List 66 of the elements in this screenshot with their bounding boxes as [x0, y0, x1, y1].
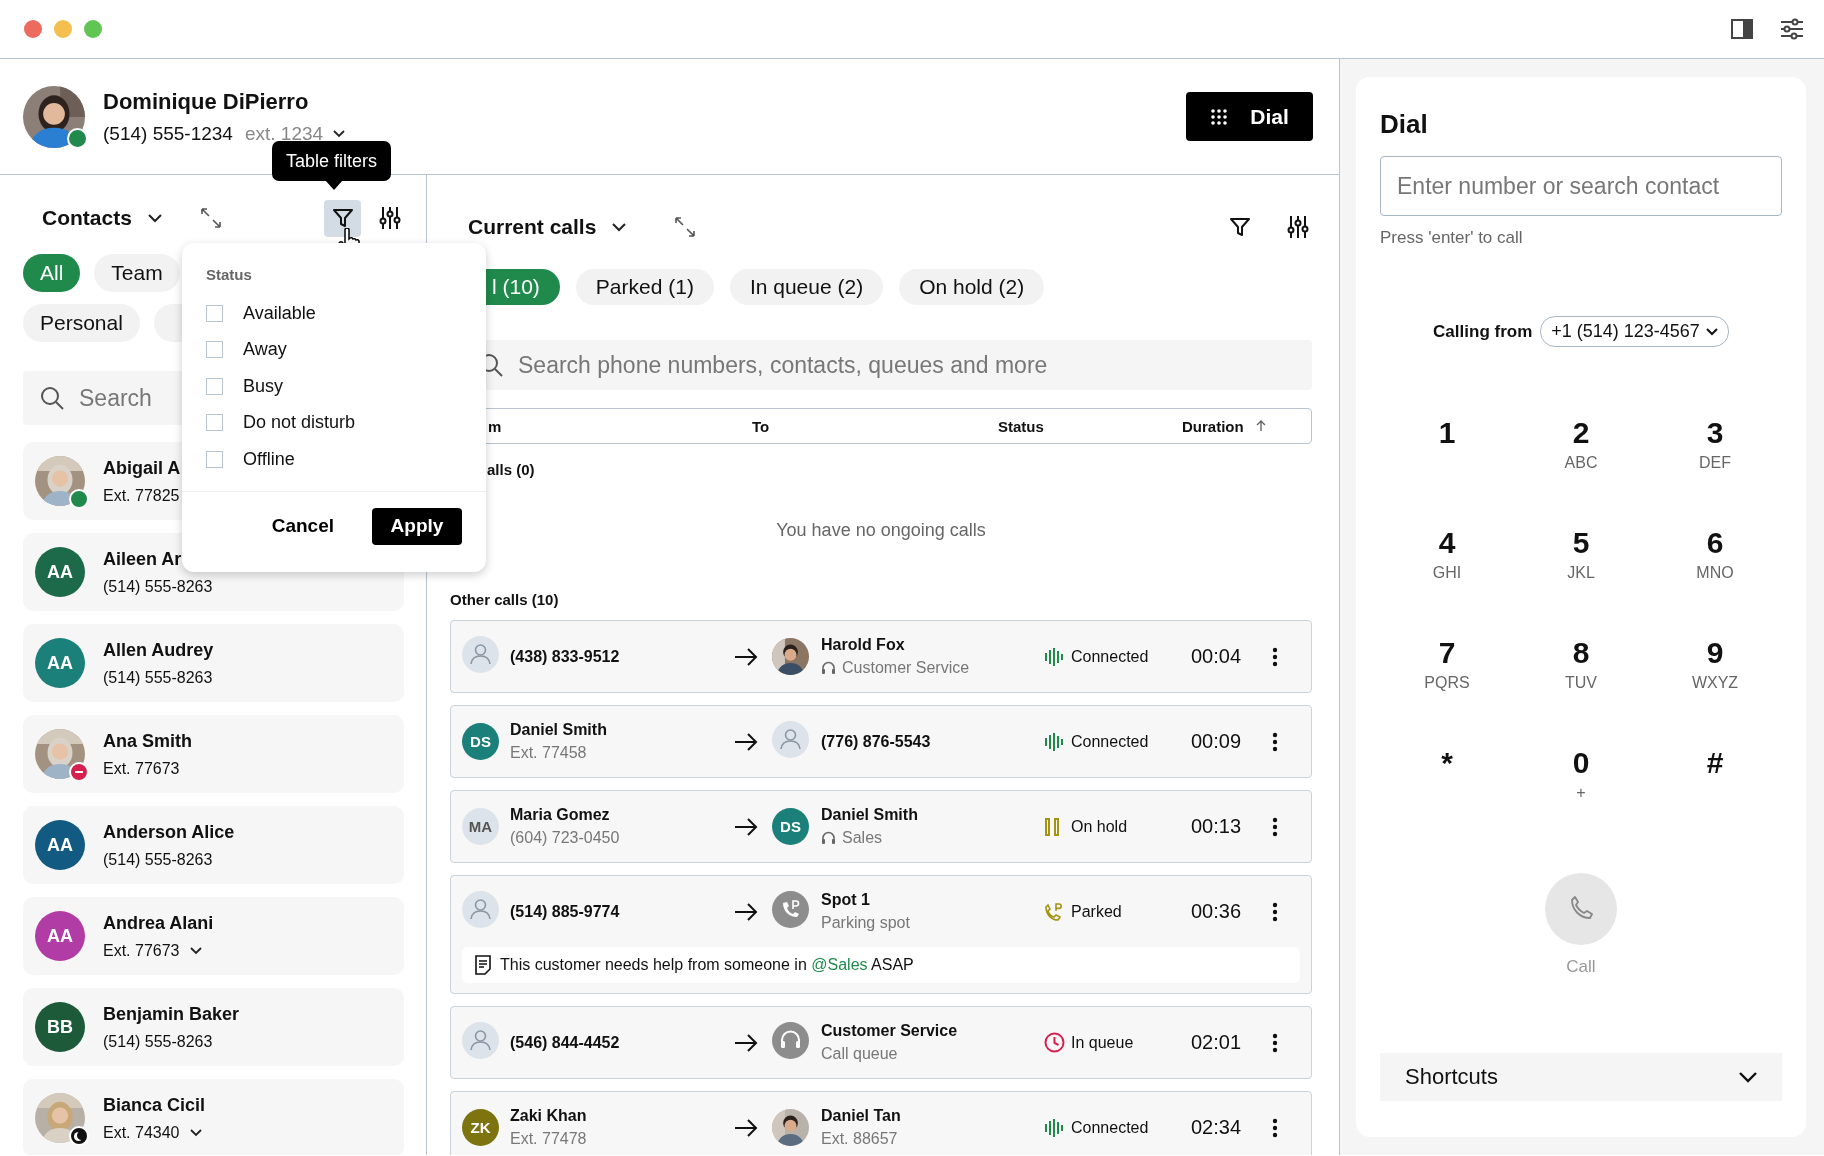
- contact-name: Allen Audrey: [103, 639, 214, 661]
- call-status: In queue: [1071, 1033, 1135, 1052]
- avatar: BB: [35, 1002, 85, 1052]
- contact-detail: (514) 555-8263: [103, 1032, 213, 1051]
- call-duration: 00:09: [1191, 730, 1238, 753]
- caller-name: Harold Fox: [821, 636, 906, 654]
- avatar: MA: [462, 808, 499, 845]
- caller-name: Customer Service: [821, 1022, 959, 1040]
- contact-name: Andrea Alani: [103, 912, 214, 934]
- caller-name: Daniel Smith: [510, 721, 608, 739]
- caller-detail: Ext. 77478: [510, 1130, 587, 1148]
- contact-detail: Ext. 77825: [103, 486, 180, 505]
- hint-text: Press 'enter' to call: [1380, 228, 1524, 248]
- call-duration: 02:01: [1191, 1031, 1238, 1054]
- call-status: Connected: [1071, 1118, 1150, 1137]
- contact-detail: (514) 555-8263: [103, 850, 213, 869]
- call-status: Connected: [1071, 732, 1150, 751]
- call-status: Parked: [1071, 902, 1123, 921]
- contact-detail: (514) 555-8263: [103, 577, 213, 596]
- tooltip: Table filters: [272, 141, 392, 181]
- call-status: On hold: [1071, 817, 1129, 836]
- avatar: ZK: [462, 1109, 499, 1146]
- caller-name: (776) 876-5543: [821, 732, 932, 751]
- contact-name: Aileen Ar: [103, 548, 183, 570]
- avatar: DS: [462, 723, 499, 760]
- caller-detail: (604) 723-0450: [510, 829, 620, 847]
- caller-name: (438) 833-9512: [510, 647, 621, 666]
- contact-name: Anderson Alice: [103, 821, 235, 843]
- avatar: AA: [35, 820, 85, 870]
- caller-name: Zaki Khan: [510, 1107, 588, 1125]
- caller-name: Spot 1: [821, 891, 871, 909]
- contact-name: Ana Smith: [103, 730, 192, 752]
- contact-detail: Ext. 77673: [103, 759, 180, 778]
- avatar: AA: [35, 911, 85, 961]
- caller-detail: Ext. 77458: [510, 744, 587, 762]
- empty-message: You have no ongoing calls: [775, 520, 987, 541]
- section-heading: Other calls (10): [450, 591, 560, 608]
- contact-detail: (514) 555-8263: [103, 668, 213, 687]
- caller-detail: Parking spot: [821, 914, 910, 932]
- contact-name: Abigail A: [103, 457, 181, 479]
- section-heading: alls (0): [487, 461, 536, 478]
- avatar: AA: [35, 547, 85, 597]
- user-phone: (514) 555-1234: [103, 122, 233, 145]
- calling-from-label: Calling from: [1433, 321, 1533, 342]
- caller-name: Maria Gomez: [510, 806, 611, 824]
- contact-name: Bianca Cicil: [103, 1094, 206, 1116]
- contact-detail: Ext. 77673: [103, 941, 180, 960]
- avatar: DS: [772, 808, 809, 845]
- caller-detail: Sales: [842, 829, 883, 847]
- avatar: AA: [35, 638, 85, 688]
- contact-detail: Ext. 74340: [103, 1123, 180, 1142]
- section-title: Shortcuts: [1405, 1064, 1498, 1090]
- caller-detail: Customer Service: [842, 659, 970, 677]
- contact-name: Benjamin Baker: [103, 1003, 240, 1025]
- caller-name: Daniel Tan: [821, 1107, 902, 1125]
- panel-title: Dial: [1380, 109, 1429, 140]
- menu-heading: Status: [206, 266, 253, 283]
- caller-detail: Call queue: [821, 1045, 898, 1063]
- call-label: Call: [1566, 957, 1596, 977]
- caller-detail: Ext. 88657: [821, 1130, 898, 1148]
- caller-name: Daniel Smith: [821, 806, 919, 824]
- user-name: Dominique DiPierro: [103, 88, 310, 115]
- caller-name: (546) 844-4452: [510, 1033, 621, 1052]
- note-text: This customer needs help from someone in @Sales ASAP: [500, 956, 914, 974]
- caller-name: (514) 885-9774: [510, 902, 621, 921]
- call-status: Connected: [1071, 647, 1150, 666]
